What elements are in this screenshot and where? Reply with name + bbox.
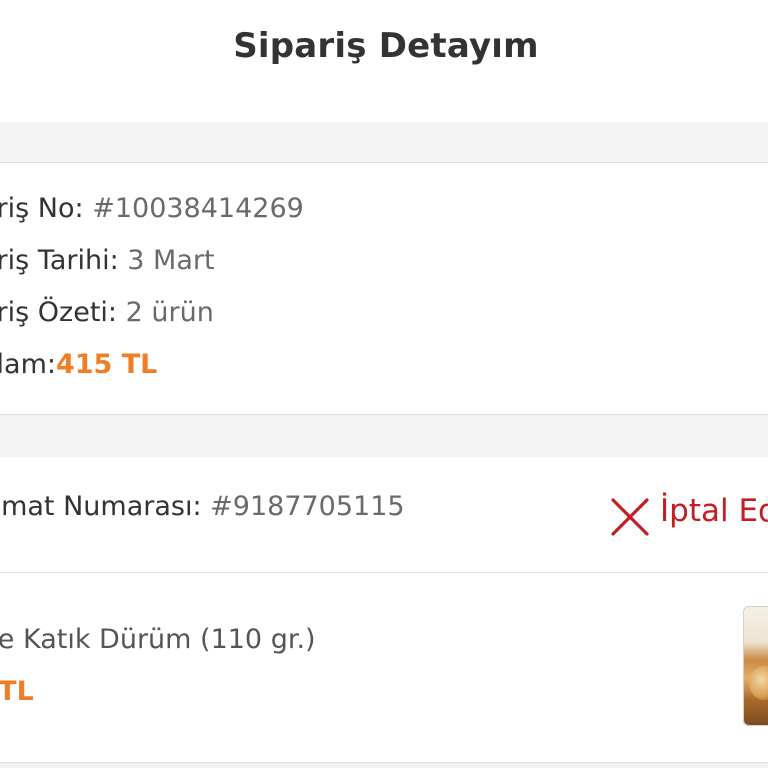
order-summary-card: ariş No: #10038414269 ariş Tarihi: 3 Mar… [0, 163, 768, 413]
delivery-number-value: #9187705115 [210, 491, 405, 522]
order-total-value: 415 TL [55, 349, 158, 380]
order-date-label: ariş Tarihi: [0, 245, 119, 276]
delivery-number-row: slimat Numarası: #9187705115 [0, 491, 405, 522]
page-title: Sipariş Detayım [233, 26, 539, 66]
order-number-row: ariş No: #10038414269 [0, 193, 304, 224]
order-total-row: olam:415 TL [0, 349, 157, 380]
order-date-row: ariş Tarihi: 3 Mart [0, 245, 215, 276]
order-date-value: 3 Mart [127, 245, 215, 276]
product-name: rge Katık Dürüm (110 gr.) [0, 624, 316, 655]
order-total-label: olam: [0, 349, 56, 380]
delivery-number-label: slimat Numarası: [0, 491, 202, 522]
cancel-order-label: İptal Ed [660, 493, 768, 529]
product-price: 0 TL [0, 676, 34, 707]
product-item[interactable]: rge Katık Dürüm (110 gr.) 0 TL [0, 574, 768, 763]
order-number-label: ariş No: [0, 193, 84, 224]
order-number-value: #10038414269 [92, 193, 304, 224]
header: Sipariş Detayım [0, 0, 768, 122]
section-divider [0, 122, 768, 163]
food-image-detail [749, 666, 768, 700]
close-x-icon [611, 498, 649, 536]
section-divider [0, 414, 768, 458]
delivery-card: slimat Numarası: #9187705115 İptal Ed [0, 457, 768, 573]
order-summary-row: ariş Özeti: 2 ürün [0, 297, 214, 328]
product-image[interactable] [743, 606, 768, 726]
order-summary-value: 2 ürün [125, 297, 214, 328]
section-divider [0, 763, 768, 768]
order-summary-label: ariş Özeti: [0, 297, 118, 328]
